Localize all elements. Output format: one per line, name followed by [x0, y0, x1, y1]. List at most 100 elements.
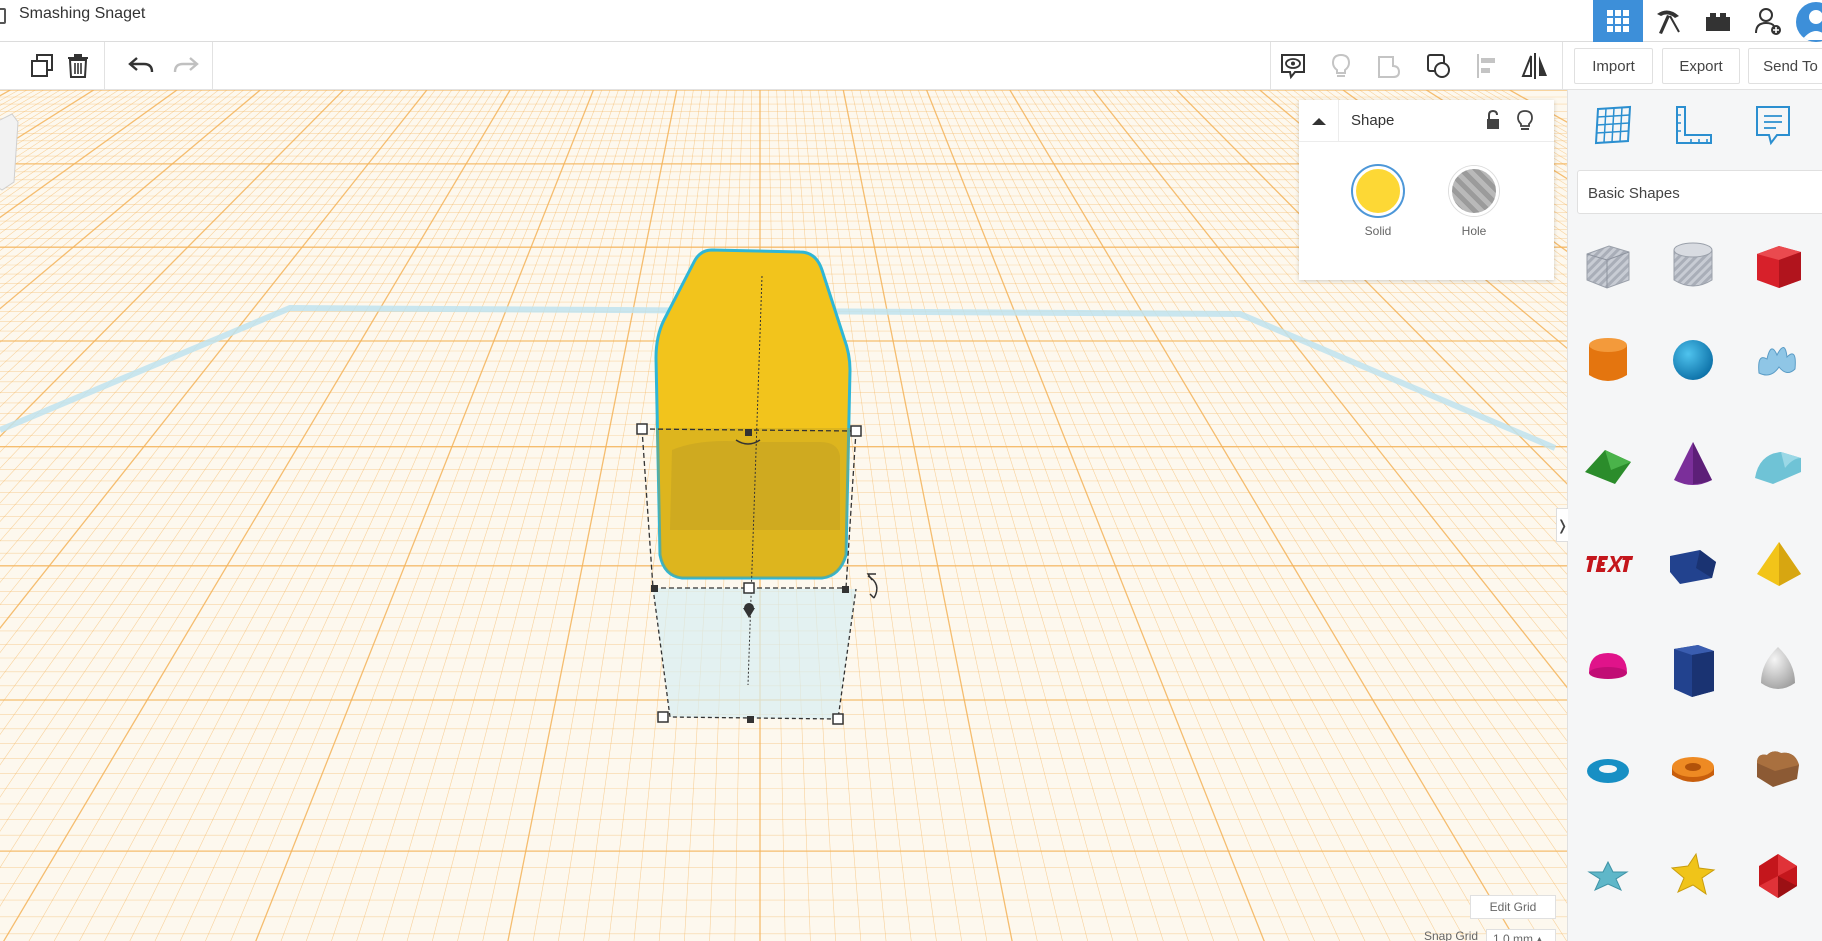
resize-handle[interactable] [636, 423, 648, 435]
import-button[interactable]: Import [1574, 48, 1653, 84]
light-icon [1331, 53, 1351, 77]
ungroup-icon [1427, 54, 1450, 78]
resize-handle[interactable] [850, 425, 862, 437]
delete-button[interactable] [60, 48, 96, 84]
shape-roof[interactable] [1578, 435, 1638, 495]
bricks-view-button[interactable] [1693, 0, 1743, 42]
grid-view-button[interactable] [1593, 0, 1643, 42]
align-button[interactable] [1469, 48, 1505, 84]
cylinder-hole-icon [1673, 242, 1713, 287]
collapse-panel-button[interactable] [1299, 100, 1339, 142]
shape-polygon[interactable] [1663, 640, 1723, 700]
pyramid-icon [1757, 542, 1801, 586]
cone-icon [1674, 442, 1712, 485]
paraboloid-icon [1761, 647, 1795, 689]
shape-text[interactable] [1578, 535, 1638, 595]
user-avatar[interactable] [1796, 2, 1822, 42]
shape-panel-header: Shape [1299, 100, 1554, 142]
shape-cylinder-hole[interactable] [1663, 235, 1723, 295]
selection-bounding-box[interactable] [636, 248, 878, 725]
expand-panel-button[interactable]: ❭ [1556, 508, 1568, 542]
comment-view-icon [1281, 54, 1305, 80]
wedge-icon [1670, 550, 1716, 584]
align-icon [1477, 54, 1495, 78]
solid-color-swatch[interactable] [1353, 166, 1403, 216]
resize-handle[interactable] [651, 585, 658, 592]
heart-icon [1757, 751, 1799, 787]
duplicate-icon [31, 54, 53, 77]
shape-icosahedron[interactable] [1748, 845, 1808, 905]
duplicate-button[interactable] [24, 48, 60, 84]
shape-star[interactable] [1578, 845, 1638, 905]
sphere-icon [1673, 340, 1713, 380]
box-icon [1757, 246, 1801, 288]
resize-handle[interactable] [745, 429, 752, 436]
shape-box[interactable] [1748, 235, 1808, 295]
workplane-tab[interactable] [1589, 100, 1639, 150]
grid-view-icon [1607, 10, 1629, 32]
shape-tube[interactable] [1663, 740, 1723, 800]
hide-shape-button[interactable] [1517, 110, 1533, 137]
codeblocks-view-button[interactable] [1643, 0, 1693, 42]
ungroup-button[interactable] [1421, 48, 1457, 84]
shape-half-sphere[interactable] [1578, 640, 1638, 700]
resize-handle[interactable] [832, 713, 844, 725]
shape-sphere[interactable] [1663, 330, 1723, 390]
shape-paraboloid[interactable] [1748, 640, 1808, 700]
partial-shape[interactable] [0, 113, 19, 191]
document-title[interactable]: Smashing Snaget [19, 5, 145, 23]
snap-grid-select[interactable]: 1.0 mm ▴ [1486, 929, 1556, 941]
ruler-tab[interactable] [1668, 100, 1718, 150]
invite-user-button[interactable] [1745, 0, 1793, 42]
scribble-icon [1758, 347, 1796, 376]
mirror-button[interactable] [1517, 48, 1553, 84]
shape-torus[interactable] [1578, 740, 1638, 800]
pickaxe-icon [1657, 10, 1680, 34]
ruler-icon [1676, 106, 1712, 144]
hole-swatch[interactable] [1449, 166, 1499, 216]
shape-category-select[interactable]: Basic Shapes ⇕ [1577, 170, 1822, 214]
torus-icon [1587, 759, 1629, 783]
redo-icon [173, 57, 199, 73]
redo-button[interactable] [168, 48, 204, 84]
bricks-icon [1706, 13, 1730, 31]
undo-button[interactable] [123, 48, 159, 84]
shape-round-roof[interactable] [1748, 435, 1808, 495]
shape-heart[interactable] [1748, 740, 1808, 800]
shape-inspector-panel: Shape Solid Hole [1299, 100, 1554, 280]
round-roof-icon [1755, 452, 1801, 484]
lock-button[interactable] [1485, 109, 1501, 135]
shape-scribble[interactable] [1748, 330, 1808, 390]
edit-grid-button[interactable]: Edit Grid [1470, 895, 1556, 919]
shape-polygon-wedge[interactable] [1663, 535, 1723, 595]
shape-cone[interactable] [1663, 435, 1723, 495]
notes-tab[interactable] [1748, 100, 1798, 150]
rotate-handle[interactable] [866, 573, 878, 599]
star-icon [1587, 860, 1629, 892]
hole-label: Hole [1461, 224, 1487, 238]
document-icon [0, 8, 6, 24]
send-to-button[interactable]: Send To [1748, 48, 1822, 84]
group-button[interactable] [1371, 48, 1407, 84]
notes-icon [1756, 106, 1790, 146]
add-user-icon [1755, 8, 1781, 35]
chevron-right-icon: ❭ [1556, 516, 1569, 533]
group-icon [1378, 56, 1401, 78]
show-all-button[interactable] [1323, 48, 1359, 84]
resize-handle[interactable] [842, 586, 849, 593]
export-button[interactable]: Export [1662, 48, 1740, 84]
shape-box-hole[interactable] [1578, 235, 1638, 295]
shape-pyramid[interactable] [1748, 535, 1808, 595]
box-hole-icon [1586, 245, 1630, 289]
shape-star-yellow[interactable] [1663, 845, 1723, 905]
notes-visibility-button[interactable] [1275, 48, 1311, 84]
mirror-icon [1521, 53, 1547, 79]
chevron-up-icon [1311, 118, 1326, 125]
resize-handle[interactable] [747, 716, 754, 723]
resize-handle[interactable] [743, 582, 755, 594]
resize-handle[interactable] [657, 711, 669, 723]
roof-icon [1585, 450, 1631, 484]
title-bar: Smashing Snaget [0, 0, 1822, 42]
shape-cylinder[interactable] [1578, 330, 1638, 390]
snap-grid-label: Snap Grid [1424, 929, 1479, 941]
